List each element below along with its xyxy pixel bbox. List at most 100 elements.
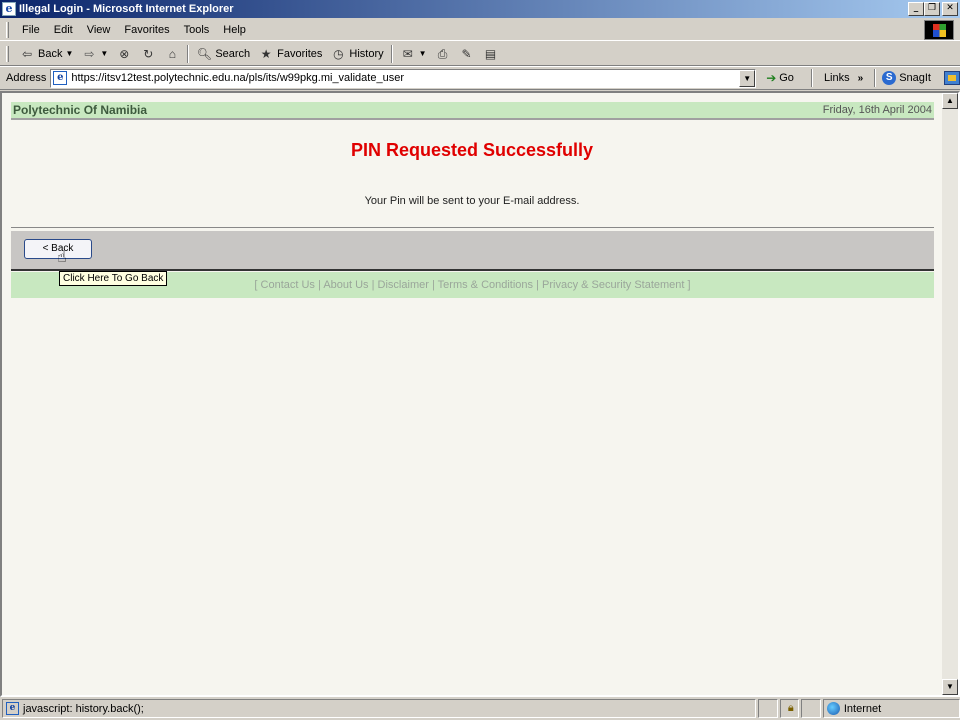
window-controls: _ ❐ ✕ (908, 2, 958, 16)
search-label: Search (215, 47, 251, 60)
minimize-button[interactable]: _ (908, 2, 924, 16)
divider (11, 227, 934, 228)
status-text-panel: e javascript: history.back(); (2, 699, 756, 718)
standard-toolbar: ⇦ Back ▼ ⇨ ▼ ⊗ ↻ ⌂ 🔍︎ Search ★ Favorites… (0, 42, 960, 66)
chevron-down-icon[interactable]: ▼ (739, 69, 756, 87)
history-label: History (349, 47, 384, 60)
search-icon: 🔍︎ (196, 46, 212, 61)
address-bar: Address e ▼ ➔ Go Links » S SnagIt (0, 66, 960, 90)
toolbar-separator (874, 69, 877, 87)
back-tooltip: Click Here To Go Back (59, 271, 168, 286)
toolbar-separator (810, 69, 813, 87)
mail-icon: ✉ (402, 46, 413, 61)
favorites-icon: ★ (260, 46, 272, 61)
history-button[interactable]: ◷ History (326, 44, 387, 64)
footer-separator: | (428, 279, 438, 291)
forward-nav-button[interactable]: ⇨ ▼ (77, 44, 112, 64)
stop-button[interactable]: ⊗ (112, 44, 136, 64)
footer-separator: | (533, 279, 543, 291)
chevron-down-icon[interactable]: ▼ (100, 49, 108, 58)
history-icon: ◷ (333, 46, 344, 61)
stop-icon: ⊗ (119, 46, 130, 61)
capture-icon[interactable] (944, 71, 960, 85)
refresh-button[interactable]: ↻ (136, 44, 160, 64)
discuss-button[interactable]: ▤ (479, 44, 503, 64)
vertical-scrollbar[interactable]: ▲ ▼ (942, 93, 958, 695)
status-empty-panel (801, 699, 821, 718)
security-zone[interactable]: Internet (822, 699, 960, 718)
go-label: Go (779, 72, 794, 84)
document-icon: ▤ (484, 46, 497, 61)
page-title: PIN Requested Successfully (350, 140, 594, 160)
url-input[interactable] (71, 72, 732, 84)
favorites-button[interactable]: ★ Favorites (254, 44, 326, 64)
footer-bracket-close: ] (684, 279, 691, 291)
status-bar: e javascript: history.back(); 🔒︎ Interne… (0, 697, 960, 720)
lock-icon[interactable]: 🔒︎ (779, 699, 800, 718)
hand-cursor-icon: ☝ (57, 249, 67, 266)
print-icon: ⎙ (437, 46, 448, 61)
chevron-down-icon[interactable]: ▼ (65, 49, 73, 58)
back-nav-button[interactable]: ⇦ Back ▼ (15, 44, 77, 64)
back-nav-label: Back (38, 47, 63, 60)
menu-file[interactable]: File (15, 22, 47, 38)
page-header: Polytechnic Of Namibia Friday, 16th Apri… (11, 102, 934, 120)
links-toolbar[interactable]: Links » (808, 69, 863, 87)
ie-icon: e (2, 2, 16, 16)
footer-separator: | (368, 279, 378, 291)
page-icon: e (6, 702, 19, 715)
home-icon: ⌂ (168, 46, 176, 61)
edit-icon: ✎ (461, 46, 472, 61)
menu-help[interactable]: Help (216, 22, 253, 38)
menu-tools[interactable]: Tools (177, 22, 217, 38)
browser-viewport: Polytechnic Of Namibia Friday, 16th Apri… (0, 91, 960, 697)
toolbar-grip[interactable] (6, 45, 9, 62)
disclaimer-link[interactable]: Disclaimer (378, 279, 429, 291)
go-button[interactable]: ➔ Go (766, 71, 794, 85)
globe-icon (826, 702, 840, 715)
edit-button[interactable]: ✎ (455, 44, 479, 64)
scroll-down-button[interactable]: ▼ (942, 679, 958, 695)
zone-label: Internet (843, 702, 882, 715)
window-title: Illegal Login - Microsoft Internet Explo… (19, 3, 234, 15)
status-progress-panel (757, 699, 778, 718)
page-icon: e (53, 71, 68, 85)
about-us-link[interactable]: About Us (323, 279, 368, 291)
chevron-down-icon[interactable]: ▼ (419, 49, 427, 58)
forward-arrow-icon: ⇨ (84, 46, 95, 61)
print-button[interactable]: ⎙ (431, 44, 455, 64)
toolbar-grip[interactable] (6, 21, 9, 38)
snagit-button[interactable]: S SnagIt (871, 69, 960, 87)
links-label: Links (823, 72, 850, 84)
terms-link[interactable]: Terms & Conditions (438, 279, 533, 291)
go-arrow-icon: ➔ (766, 71, 777, 85)
date-text: Friday, 16th April 2004 (822, 104, 932, 116)
contact-us-link[interactable]: Contact Us (261, 279, 315, 291)
toolbar-separator (390, 44, 393, 63)
search-button[interactable]: 🔍︎ Search (192, 44, 254, 64)
back-arrow-icon: ⇦ (21, 46, 33, 61)
chevron-right-icon[interactable]: » (858, 73, 864, 84)
privacy-link[interactable]: Privacy & Security Statement (542, 279, 684, 291)
web-page: Polytechnic Of Namibia Friday, 16th Apri… (2, 93, 942, 695)
close-button[interactable]: ✕ (942, 2, 958, 16)
status-text: javascript: history.back(); (23, 702, 144, 715)
restore-button[interactable]: ❐ (924, 2, 940, 16)
confirmation-message: Your Pin will be sent to your E-mail add… (364, 195, 580, 207)
menu-edit[interactable]: Edit (47, 22, 80, 38)
menu-favorites[interactable]: Favorites (117, 22, 176, 38)
menu-view[interactable]: View (80, 22, 118, 38)
mail-button[interactable]: ✉ ▼ (396, 44, 431, 64)
org-name: Polytechnic Of Namibia (13, 103, 148, 117)
nav-bar: < Back ☝ (11, 231, 934, 271)
scroll-up-button[interactable]: ▲ (942, 93, 958, 109)
home-button[interactable]: ⌂ (160, 44, 184, 64)
snagit-icon: S (882, 71, 897, 85)
windows-logo-icon (924, 20, 954, 40)
address-field[interactable]: e ▼ (50, 68, 757, 88)
window-titlebar: e Illegal Login - Microsoft Internet Exp… (0, 0, 960, 18)
snagit-label: SnagIt (899, 72, 931, 84)
address-label: Address (6, 72, 47, 84)
menu-bar: File Edit View Favorites Tools Help (0, 19, 960, 41)
toolbar-separator (187, 44, 190, 63)
